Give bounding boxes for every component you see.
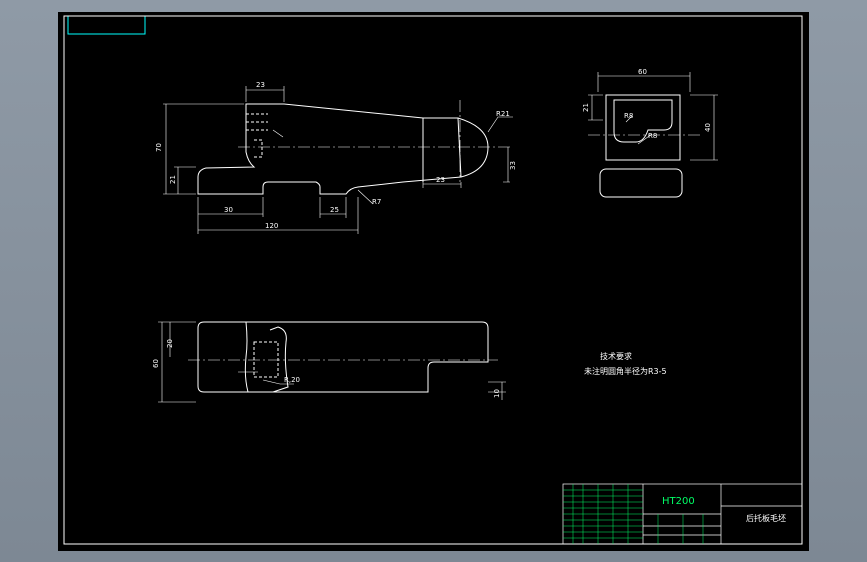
side-dim-width: 60	[638, 68, 647, 76]
front-tail-line-2	[457, 117, 462, 178]
front-hidden-lines	[246, 113, 268, 158]
plan-dim-r: R,20	[284, 376, 300, 384]
plan-dim-right: 10	[493, 389, 501, 398]
plan-dim-inner: 20	[166, 339, 174, 348]
front-dim-slot-width: 25	[330, 206, 339, 214]
front-dim-tail-width: 23	[436, 176, 445, 184]
side-dim-height: 40	[704, 123, 712, 132]
title-part-name: 后托板毛坯	[746, 513, 786, 523]
title-material: HT200	[662, 496, 695, 507]
side-view-outer	[605, 94, 681, 161]
front-leaders	[272, 116, 513, 205]
notes-line1: 未注明圆角半径为R3-5	[584, 366, 667, 376]
plan-view-outline	[197, 321, 489, 393]
front-dim-total-len: 120	[265, 222, 278, 230]
notes-heading: 技术要求	[600, 351, 632, 361]
plan-view	[158, 321, 506, 403]
front-dim-lower-height: 21	[169, 175, 177, 184]
tb-grid-rows	[563, 489, 643, 539]
plan-view-slot	[244, 321, 289, 393]
side-dim-top-height: 21	[582, 103, 590, 112]
cad-drawing: 23 70 21 30 120 25 23 R21 R7 33 60 21 40…	[63, 15, 803, 545]
drawing-sheet: 23 70 21 30 120 25 23 R21 R7 33 60 21 40…	[58, 12, 809, 551]
side-dim-hole: R8	[648, 132, 657, 140]
side-dim-lines	[588, 72, 718, 161]
front-dim-top-width: 23	[256, 81, 265, 89]
plan-dim-height: 60	[152, 359, 160, 368]
front-dim-angle: R7	[372, 198, 381, 206]
side-dim-radius: R8	[624, 112, 633, 120]
side-view-base	[599, 168, 683, 198]
frame-corner-mark	[67, 16, 146, 35]
side-view-inner	[613, 99, 673, 143]
front-dim-radius: R21	[496, 110, 510, 118]
front-dim-height: 70	[155, 143, 163, 152]
front-dim-right-height: 33	[509, 161, 517, 170]
front-dim-left-len: 30	[224, 206, 233, 214]
